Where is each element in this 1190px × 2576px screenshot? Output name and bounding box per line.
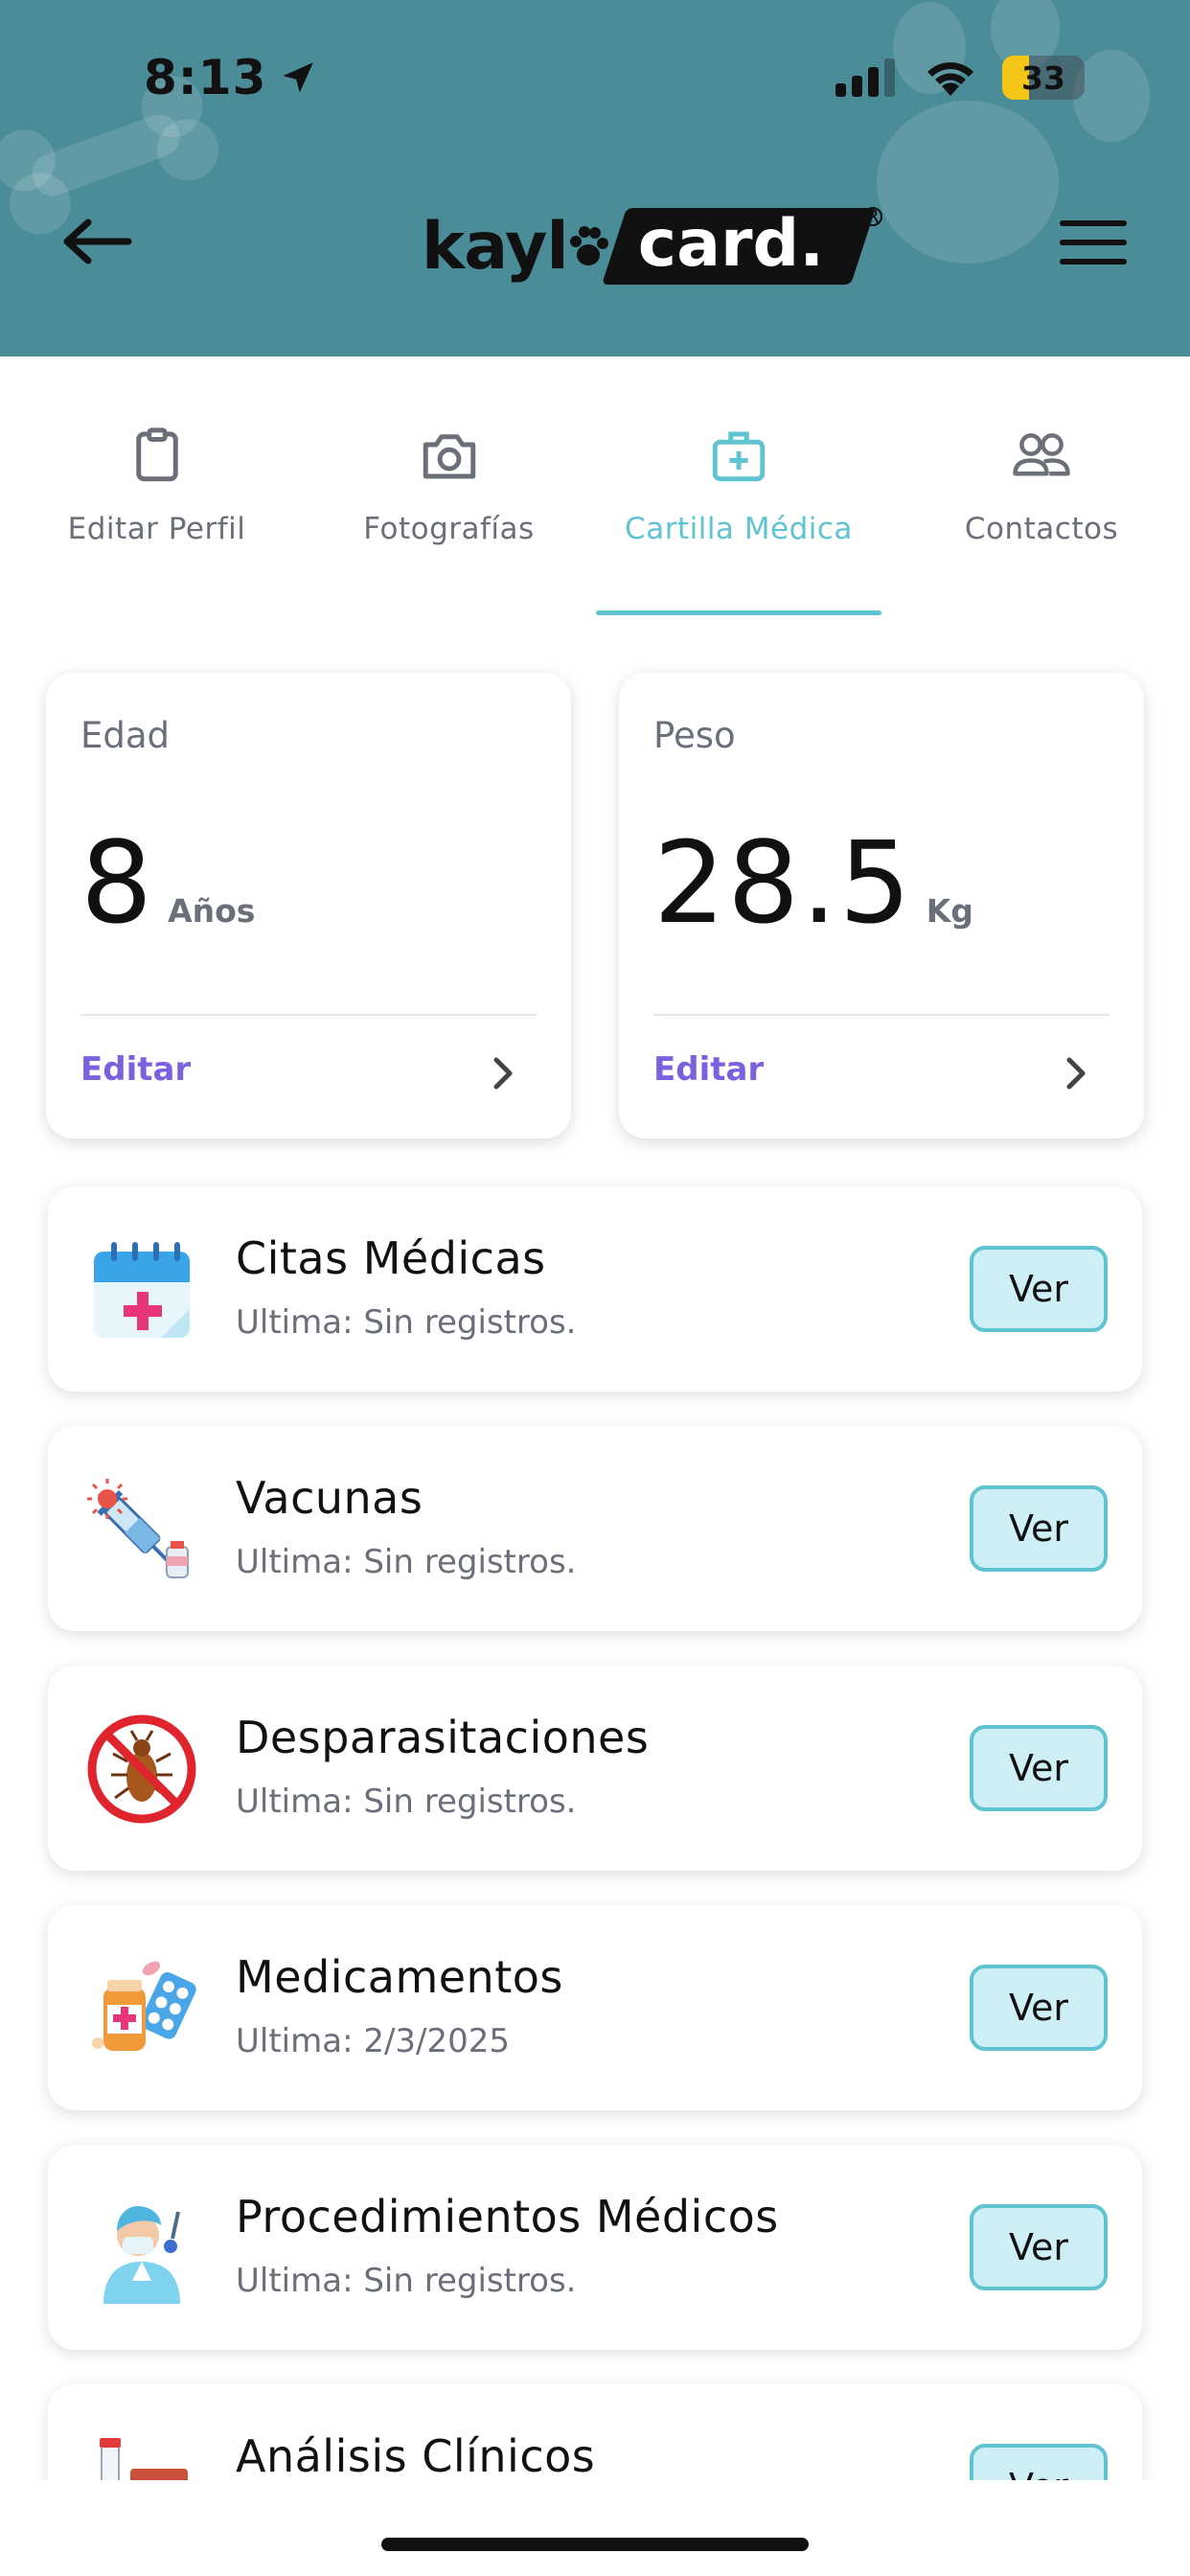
ver-vacunas-button[interactable]: Ver bbox=[970, 1485, 1108, 1572]
calendar-medical-icon bbox=[94, 1242, 190, 1338]
tab-label: Editar Perfil bbox=[67, 512, 246, 546]
registered-mark-icon: R bbox=[862, 207, 882, 226]
logo-left: kayl bbox=[422, 209, 608, 285]
record-title: Medicamentos bbox=[236, 1951, 563, 2003]
hamburger-menu-icon[interactable] bbox=[1060, 218, 1127, 266]
no-parasite-icon bbox=[87, 1714, 196, 1824]
status-indicators: 33 bbox=[835, 56, 1085, 100]
home-indicator[interactable] bbox=[381, 2538, 809, 2551]
status-time: 8:13 bbox=[144, 50, 318, 105]
ver-procedimientos-button[interactable]: Ver bbox=[970, 2204, 1108, 2290]
battery-percent: 33 bbox=[1021, 58, 1065, 97]
record-subtitle: Ultima: 2/3/2025 bbox=[236, 2022, 511, 2060]
clipboard-icon bbox=[135, 427, 178, 482]
surgeon-icon bbox=[103, 2206, 180, 2304]
edit-weight-link[interactable]: Editar bbox=[653, 1050, 764, 1089]
record-title: Procedimientos Médicos bbox=[236, 2191, 779, 2242]
tab-label: Cartilla Médica bbox=[625, 512, 853, 546]
tab-contactos[interactable]: Contactos bbox=[893, 356, 1190, 615]
record-subtitle: Ultima: Sin registros. bbox=[236, 1782, 577, 1821]
record-subtitle: Ultima: Sin registros. bbox=[236, 1303, 577, 1342]
age-label: Edad bbox=[80, 715, 171, 756]
weight-value: 28.5 bbox=[653, 816, 913, 949]
syringe-icon bbox=[87, 1479, 189, 1578]
record-title: Análisis Clínicos bbox=[236, 2430, 596, 2482]
ver-citas-button[interactable]: Ver bbox=[970, 1246, 1108, 1332]
record-title: Vacunas bbox=[236, 1472, 423, 1524]
chevron-right-icon[interactable] bbox=[487, 1054, 519, 1092]
logo-right-text: card. bbox=[637, 205, 824, 282]
location-arrow-icon bbox=[283, 62, 314, 93]
chevron-right-icon[interactable] bbox=[1060, 1054, 1092, 1092]
ver-medicamentos-button[interactable]: Ver bbox=[970, 1965, 1108, 2051]
paw-logo-icon bbox=[569, 226, 608, 265]
profile-tabs: Editar Perfil Fotografías Cartilla Médic… bbox=[0, 356, 1190, 615]
edit-age-link[interactable]: Editar bbox=[80, 1050, 191, 1089]
back-arrow-icon[interactable] bbox=[59, 213, 136, 270]
age-unit: Años bbox=[168, 892, 256, 930]
battery-indicator: 33 bbox=[1002, 56, 1085, 100]
medicine-icon bbox=[92, 1961, 196, 2051]
time-text: 8:13 bbox=[144, 50, 267, 105]
record-title: Desparasitaciones bbox=[236, 1712, 650, 1763]
record-citas-medicas[interactable]: Citas Médicas Ultima: Sin registros. Ver bbox=[48, 1186, 1142, 1392]
weight-card: Peso 28.5 Kg Editar bbox=[619, 673, 1144, 1138]
age-value: 8 bbox=[80, 816, 155, 949]
camera-icon bbox=[423, 434, 475, 479]
record-subtitle: Ultima: Sin registros. bbox=[236, 1543, 577, 1581]
paw-decoration-icon bbox=[877, 0, 1150, 264]
medical-kit-icon bbox=[712, 431, 766, 482]
record-desparasitaciones[interactable]: Desparasitaciones Ultima: Sin registros.… bbox=[48, 1666, 1142, 1871]
divider bbox=[653, 1014, 1110, 1016]
age-value-row: 8 Años bbox=[80, 816, 255, 949]
wifi-icon bbox=[927, 62, 973, 96]
record-medicamentos[interactable]: Medicamentos Ultima: 2/3/2025 Ver bbox=[48, 1905, 1142, 2110]
record-vacunas[interactable]: Vacunas Ultima: Sin registros. Ver bbox=[48, 1426, 1142, 1631]
weight-value-row: 28.5 Kg bbox=[653, 816, 973, 949]
kaylo-card-logo: kayl card. R bbox=[422, 203, 882, 289]
app-header: 8:13 33 kayl card. R bbox=[0, 0, 1190, 356]
divider bbox=[80, 1014, 537, 1016]
bottom-safe-area bbox=[0, 2480, 1190, 2576]
tab-cartilla-medica[interactable]: Cartilla Médica bbox=[584, 356, 893, 615]
weight-label: Peso bbox=[653, 715, 736, 756]
active-tab-indicator bbox=[596, 610, 881, 615]
users-icon bbox=[1013, 433, 1070, 476]
age-card: Edad 8 Años Editar bbox=[46, 673, 571, 1138]
record-title: Citas Médicas bbox=[236, 1232, 546, 1284]
record-procedimientos-medicos[interactable]: Procedimientos Médicos Ultima: Sin regis… bbox=[48, 2145, 1142, 2350]
tab-label: Fotografías bbox=[363, 512, 535, 546]
tab-label: Contactos bbox=[964, 512, 1119, 546]
tab-fotografias[interactable]: Fotografías bbox=[313, 356, 584, 615]
record-subtitle: Ultima: Sin registros. bbox=[236, 2262, 577, 2300]
weight-unit: Kg bbox=[926, 892, 973, 930]
cellular-signal-icon bbox=[835, 58, 895, 97]
logo-card-box: card. bbox=[601, 205, 876, 285]
logo-left-text: kayl bbox=[422, 208, 569, 285]
tab-editar-perfil[interactable]: Editar Perfil bbox=[0, 356, 313, 615]
ver-desparasitaciones-button[interactable]: Ver bbox=[970, 1725, 1108, 1811]
